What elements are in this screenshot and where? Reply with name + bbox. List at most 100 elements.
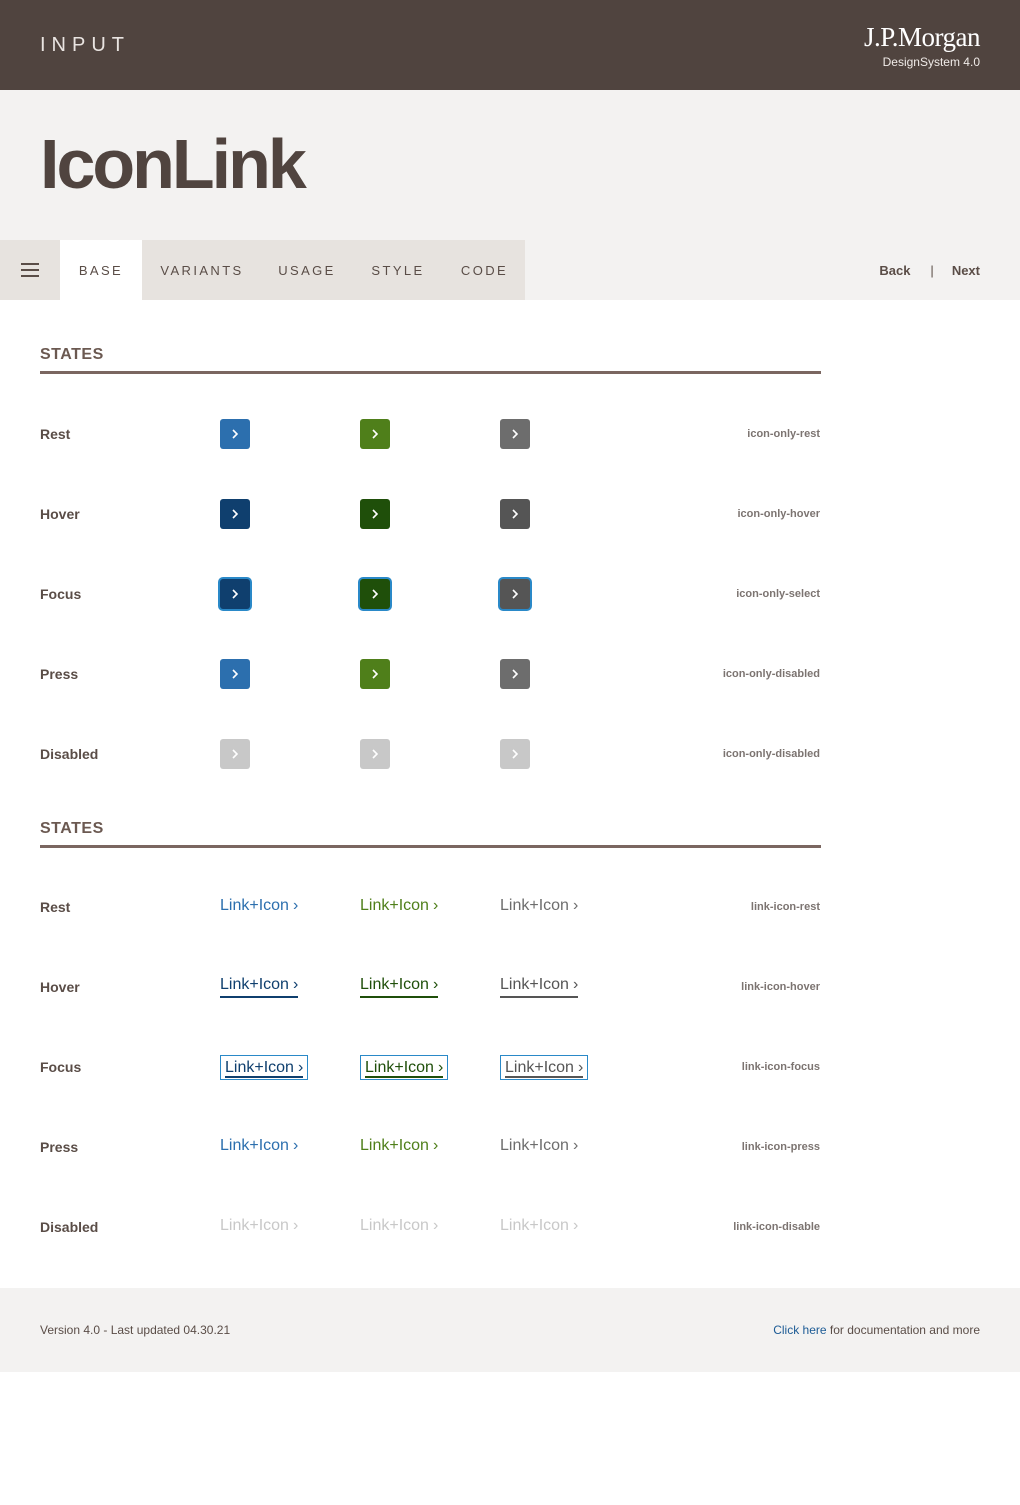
next-link[interactable]: Next xyxy=(952,263,980,278)
state-label: Press xyxy=(40,1139,79,1155)
link-icon-cell: Link+Icon › xyxy=(500,889,578,925)
link-icon-cell: Link+Icon › xyxy=(360,1209,438,1245)
tab-bar: BASE VARIANTS USAGE STYLE CODE xyxy=(0,240,525,300)
chevron-right-icon: › xyxy=(292,1217,299,1234)
link-icon[interactable]: Link+Icon › xyxy=(360,897,438,917)
icon-button-cell xyxy=(220,416,250,452)
link-text: Link+Icon xyxy=(220,1217,289,1234)
link-text: Link+Icon xyxy=(500,976,569,993)
chevron-right-icon xyxy=(512,749,519,759)
menu-button[interactable] xyxy=(0,240,60,300)
link-icon-cell: Link+Icon › xyxy=(360,889,438,925)
link-icon[interactable]: Link+Icon › xyxy=(220,1137,298,1157)
state-label: Rest xyxy=(40,899,71,915)
brand-subtitle: DesignSystem 4.0 xyxy=(882,55,980,69)
link-state-row: Rest link-icon-rest Link+Icon › Link+Icon › Li… xyxy=(40,889,820,925)
link-icon[interactable]: Link+Icon › xyxy=(500,1217,578,1237)
top-bar: INPUT J.P.Morgan DesignSystem 4.0 xyxy=(0,0,1020,90)
pager: Back | Next xyxy=(879,240,980,300)
link-icon[interactable]: Link+Icon › xyxy=(500,1054,589,1080)
icon-link-button[interactable] xyxy=(500,419,530,449)
chevron-right-icon: › xyxy=(572,976,579,993)
icon-button-cell xyxy=(500,736,530,772)
icon-link-button[interactable] xyxy=(360,419,390,449)
click-here-link[interactable]: Click here xyxy=(773,1323,826,1337)
link-text: Link+Icon xyxy=(365,1058,434,1076)
link-icon[interactable]: Link+Icon › xyxy=(360,1137,438,1157)
tab-code[interactable]: CODE xyxy=(444,240,525,300)
link-icon[interactable]: Link+Icon › xyxy=(500,897,578,917)
icon-state-row: Rest icon-only-rest xyxy=(40,416,820,452)
chevron-right-icon xyxy=(372,509,379,519)
chevron-right-icon: › xyxy=(432,897,439,914)
link-state-row: Disabled link-icon-disable Link+Icon › Link+… xyxy=(40,1209,820,1245)
state-label: Focus xyxy=(40,586,82,602)
link-icon[interactable]: Link+Icon › xyxy=(500,976,579,998)
icon-button-cell xyxy=(500,496,530,532)
icon-link-button[interactable] xyxy=(500,499,530,529)
chevron-right-icon: › xyxy=(572,897,579,914)
icon-button-cell xyxy=(500,576,530,612)
chevron-right-icon xyxy=(512,589,519,599)
icon-state-row: Hover icon-only-hover xyxy=(40,496,820,532)
pager-separator: | xyxy=(930,262,934,278)
icon-link-button[interactable] xyxy=(360,739,390,769)
icon-state-row: Disabled icon-only-disabled xyxy=(40,736,820,772)
icon-link-button[interactable] xyxy=(220,739,250,769)
icon-link-button[interactable] xyxy=(220,659,250,689)
icon-state-row: Focus icon-only-select xyxy=(40,576,820,612)
icon-link-button[interactable] xyxy=(500,739,530,769)
state-token: icon-only-hover xyxy=(737,508,820,520)
state-token: link-icon-rest xyxy=(750,901,820,913)
link-icon[interactable]: Link+Icon › xyxy=(220,897,298,917)
link-icon[interactable]: Link+Icon › xyxy=(360,976,439,998)
link-icon[interactable]: Link+Icon › xyxy=(360,1217,438,1237)
tab-variants[interactable]: VARIANTS xyxy=(142,240,262,300)
link-icon[interactable]: Link+Icon › xyxy=(220,976,299,998)
chevron-right-icon xyxy=(512,669,519,679)
link-text: Link+Icon xyxy=(360,1217,429,1234)
link-text: Link+Icon xyxy=(505,1058,574,1076)
tab-base[interactable]: BASE xyxy=(60,240,142,300)
icon-button-cell xyxy=(360,416,390,452)
chevron-right-icon xyxy=(512,509,519,519)
footer-links: Click here for documentation and more xyxy=(773,1323,980,1337)
icon-link-button[interactable] xyxy=(220,579,250,609)
chevron-right-icon xyxy=(372,749,379,759)
chevron-right-icon xyxy=(232,509,239,519)
state-label: Press xyxy=(40,666,79,682)
link-text: Link+Icon xyxy=(500,1137,569,1154)
state-label: Disabled xyxy=(40,746,99,762)
icon-link-button[interactable] xyxy=(360,499,390,529)
state-token: icon-only-disabled xyxy=(722,748,820,760)
link-icon[interactable]: Link+Icon › xyxy=(500,1137,578,1157)
icon-button-cell xyxy=(220,656,250,692)
link-state-row: Focus link-icon-focus Link+Icon › Link+Icon ›… xyxy=(40,1049,820,1085)
icon-states-title: STATES xyxy=(40,346,104,363)
link-icon-cell: Link+Icon › xyxy=(220,1209,298,1245)
tab-usage[interactable]: USAGE xyxy=(262,240,352,300)
icon-link-button[interactable] xyxy=(500,659,530,689)
icon-link-button[interactable] xyxy=(360,579,390,609)
link-icon[interactable]: Link+Icon › xyxy=(220,1054,309,1080)
category-label: INPUT xyxy=(40,34,130,56)
link-icon[interactable]: Link+Icon › xyxy=(220,1217,298,1237)
back-link[interactable]: Back xyxy=(879,263,910,278)
tab-style[interactable]: STYLE xyxy=(352,240,444,300)
link-icon-cell: Link+Icon › xyxy=(500,969,579,1005)
link-text: Link+Icon xyxy=(220,1137,289,1154)
icon-link-button[interactable] xyxy=(360,659,390,689)
chevron-right-icon: › xyxy=(577,1058,584,1076)
icon-link-button[interactable] xyxy=(500,579,530,609)
state-token: link-icon-press xyxy=(741,1141,820,1153)
state-token: icon-only-select xyxy=(736,588,820,600)
link-icon[interactable]: Link+Icon › xyxy=(360,1054,449,1080)
chevron-right-icon xyxy=(512,429,519,439)
chevron-right-icon: › xyxy=(432,1217,439,1234)
icon-link-button[interactable] xyxy=(220,419,250,449)
link-states-title: STATES xyxy=(40,820,104,837)
chevron-right-icon: › xyxy=(292,1137,299,1154)
icon-link-button[interactable] xyxy=(220,499,250,529)
chevron-right-icon xyxy=(232,749,239,759)
state-token: link-icon-hover xyxy=(741,981,820,993)
